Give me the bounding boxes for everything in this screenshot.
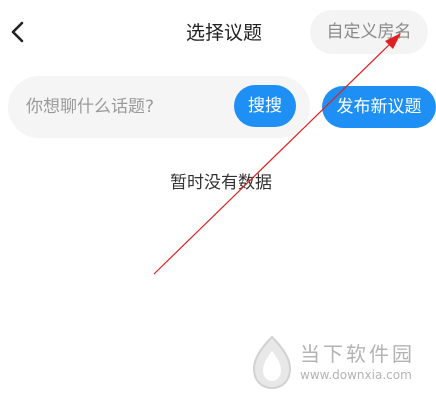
search-button[interactable]: 搜搜: [234, 85, 296, 127]
search-input[interactable]: [26, 76, 226, 138]
publish-topic-button[interactable]: 发布新议题: [322, 86, 436, 128]
watermark-url: www.downxia.com: [300, 368, 412, 382]
search-bar: 搜搜: [8, 76, 310, 138]
empty-state-text: 暂时没有数据: [170, 173, 272, 193]
watermark-name: 当下软件园: [300, 342, 415, 366]
watermark-logo: [252, 335, 292, 390]
custom-room-name-button[interactable]: 自定义房名: [310, 10, 428, 54]
top-bar: 选择议题 自定义房名: [0, 0, 436, 64]
